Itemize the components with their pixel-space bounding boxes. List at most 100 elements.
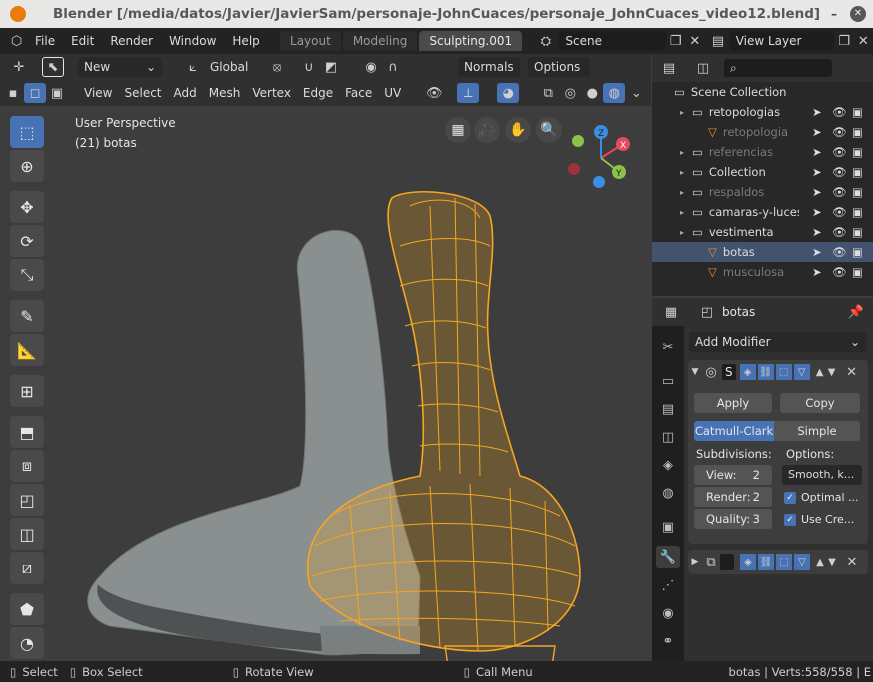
blender-menu-icon[interactable]: ⬡	[6, 31, 27, 51]
selectable-arrow-icon[interactable]: ➤	[812, 245, 822, 259]
editor-type-icon[interactable]: ▤	[658, 58, 680, 78]
copy-button[interactable]: Copy	[780, 393, 860, 413]
measure-tool[interactable]: 📐	[10, 334, 44, 366]
overlay-toggle-icon[interactable]: ◕	[497, 83, 520, 103]
orientation-dropdown[interactable]: Global	[204, 57, 256, 77]
render-tab-icon[interactable]: ▭	[656, 370, 680, 392]
scene-tab-icon[interactable]: ◈	[656, 454, 680, 476]
visibility-eye-icon[interactable]: 👁	[832, 125, 847, 139]
quality-field[interactable]: Quality: 3	[694, 509, 772, 529]
menu-render[interactable]: Render	[102, 28, 161, 54]
gizmo-toggle-icon[interactable]: ⟂	[457, 83, 480, 103]
loop-cut-tool[interactable]: ◫	[10, 518, 44, 550]
visibility-eye-icon[interactable]: 👁	[832, 205, 847, 219]
scene-icon[interactable]: ⛭	[536, 31, 555, 51]
outliner-row[interactable]: ▸ ▭ vestimenta ➤ 👁 ▣	[652, 222, 873, 242]
view-layer-icon[interactable]: ▤	[708, 31, 727, 51]
expand-arrow-icon[interactable]: ▸	[680, 108, 692, 117]
simple-toggle[interactable]: Simple	[774, 421, 860, 441]
visibility-eye-icon[interactable]: 👁	[832, 185, 847, 199]
scale-tool[interactable]: ⤡	[10, 259, 44, 291]
wireframe-shading-icon[interactable]: ◎	[559, 83, 581, 103]
realtime-toggle-icon[interactable]: ▽	[793, 364, 810, 380]
menu-edit[interactable]: Edit	[63, 28, 102, 54]
scene-field[interactable]: Scene	[559, 31, 666, 51]
add-modifier-dropdown[interactable]: Add Modifier ⌄	[689, 332, 866, 352]
outliner-row[interactable]: ▸ ▭ Collection ➤ 👁 ▣	[652, 162, 873, 182]
menu-add[interactable]: Add	[168, 83, 203, 103]
bevel-tool[interactable]: ◰	[10, 484, 44, 516]
menu-mesh[interactable]: Mesh	[203, 83, 247, 103]
poly-build-tool[interactable]: ⬟	[10, 593, 44, 625]
realtime-toggle-icon[interactable]: ▽	[794, 554, 810, 570]
render-toggle-icon[interactable]: ⬚	[775, 364, 792, 380]
grid-view-icon[interactable]: ▦	[445, 117, 471, 143]
close-button[interactable]: ✕	[850, 6, 866, 22]
axis-gizmo[interactable]: Z X Y	[565, 122, 637, 194]
outliner-row[interactable]: ▸ ▭ camaras-y-luces ➤ 👁 ▣	[652, 202, 873, 222]
new-dropdown[interactable]: New ⌄	[78, 57, 162, 77]
modifier-name-field[interactable]: S	[722, 364, 736, 380]
outliner-row[interactable]: ▽ musculosa ➤ 👁 ▣	[652, 262, 873, 282]
pin-icon[interactable]: 📌	[845, 302, 867, 322]
modifier-name-input[interactable]	[720, 554, 734, 570]
solid-shading-icon[interactable]: ●	[581, 83, 603, 103]
remove-view-layer-icon[interactable]: ✕	[854, 31, 873, 51]
visibility-eye-icon[interactable]: 👁	[832, 105, 847, 119]
visibility-eye-icon[interactable]: 👁	[832, 265, 847, 279]
spin-tool[interactable]: ◔	[10, 627, 44, 659]
add-cube-tool[interactable]: ⊞	[10, 375, 44, 407]
extrude-tool[interactable]: ⬒	[10, 416, 44, 448]
shading-options-icon[interactable]: ⌄	[625, 83, 647, 103]
menu-uv[interactable]: UV	[378, 83, 407, 103]
outliner-row[interactable]: ▽ retopologia ➤ 👁 ▣	[652, 122, 873, 142]
select-box-tool[interactable]: ⬚	[10, 116, 44, 148]
properties-editor-icon[interactable]: ▦	[660, 302, 682, 322]
world-tab-icon[interactable]: ◍	[656, 482, 680, 504]
outliner-scene-collection[interactable]: ▭ Scene Collection	[652, 82, 873, 102]
render-camera-icon[interactable]: ▣	[852, 245, 863, 259]
render-camera-icon[interactable]: ▣	[852, 165, 863, 179]
menu-edge[interactable]: Edge	[297, 83, 339, 103]
selectable-arrow-icon[interactable]: ➤	[812, 225, 822, 239]
options-dropdown[interactable]: Options	[528, 57, 590, 77]
inset-tool[interactable]: ⧈	[10, 450, 44, 482]
expand-arrow-icon[interactable]: ▸	[680, 168, 692, 177]
proportional-edit-icon[interactable]: ◉	[360, 57, 382, 77]
move-tool[interactable]: ✥	[10, 191, 44, 223]
edit-mode-toggle-icon[interactable]: ◈	[740, 554, 756, 570]
rotate-tool[interactable]: ⟳	[10, 225, 44, 257]
knife-tool[interactable]: ⧄	[10, 552, 44, 584]
constraints-tab-icon[interactable]: ⚭	[656, 630, 680, 652]
apply-button[interactable]: Apply	[694, 393, 772, 413]
remove-modifier-icon[interactable]: ✕	[844, 362, 860, 382]
tool-tab-icon[interactable]: ✂	[656, 336, 680, 358]
expand-arrow-icon[interactable]: ▶	[688, 552, 702, 572]
edge-select-icon[interactable]: ◻	[24, 83, 46, 103]
copy-view-layer-icon[interactable]: ❐	[834, 31, 853, 51]
face-select-icon[interactable]: ▣	[46, 83, 68, 103]
render-camera-icon[interactable]: ▣	[852, 185, 863, 199]
remove-modifier-icon[interactable]: ✕	[844, 552, 860, 572]
selectable-arrow-icon[interactable]: ➤	[812, 165, 822, 179]
view-layer-field[interactable]: View Layer	[729, 31, 835, 51]
remove-scene-icon[interactable]: ✕	[685, 31, 704, 51]
tab-layout[interactable]: Layout	[280, 31, 341, 51]
cage-toggle-icon[interactable]: ⛓	[757, 364, 774, 380]
render-camera-icon[interactable]: ▣	[852, 265, 863, 279]
output-tab-icon[interactable]: ▤	[656, 398, 680, 420]
snap-icon[interactable]: ∪	[298, 57, 320, 77]
annotate-tool[interactable]: ✎	[10, 300, 44, 332]
falloff-icon[interactable]: ∩	[382, 57, 404, 77]
render-camera-icon[interactable]: ▣	[852, 105, 863, 119]
selectable-arrow-icon[interactable]: ➤	[812, 125, 822, 139]
visibility-eye-icon[interactable]: 👁	[832, 225, 847, 239]
uv-smooth-dropdown[interactable]: Smooth, k...	[782, 465, 862, 485]
visibility-eye-icon[interactable]: 👁	[423, 83, 445, 103]
outliner-row[interactable]: ▸ ▭ referencias ➤ 👁 ▣	[652, 142, 873, 162]
expand-arrow-icon[interactable]: ▼	[688, 362, 702, 382]
selectable-arrow-icon[interactable]: ➤	[812, 185, 822, 199]
copy-scene-icon[interactable]: ❐	[666, 31, 685, 51]
use-creases-checkbox[interactable]: ✓ Use Cre...	[784, 513, 854, 526]
xray-toggle-icon[interactable]: ⧉	[537, 83, 559, 103]
